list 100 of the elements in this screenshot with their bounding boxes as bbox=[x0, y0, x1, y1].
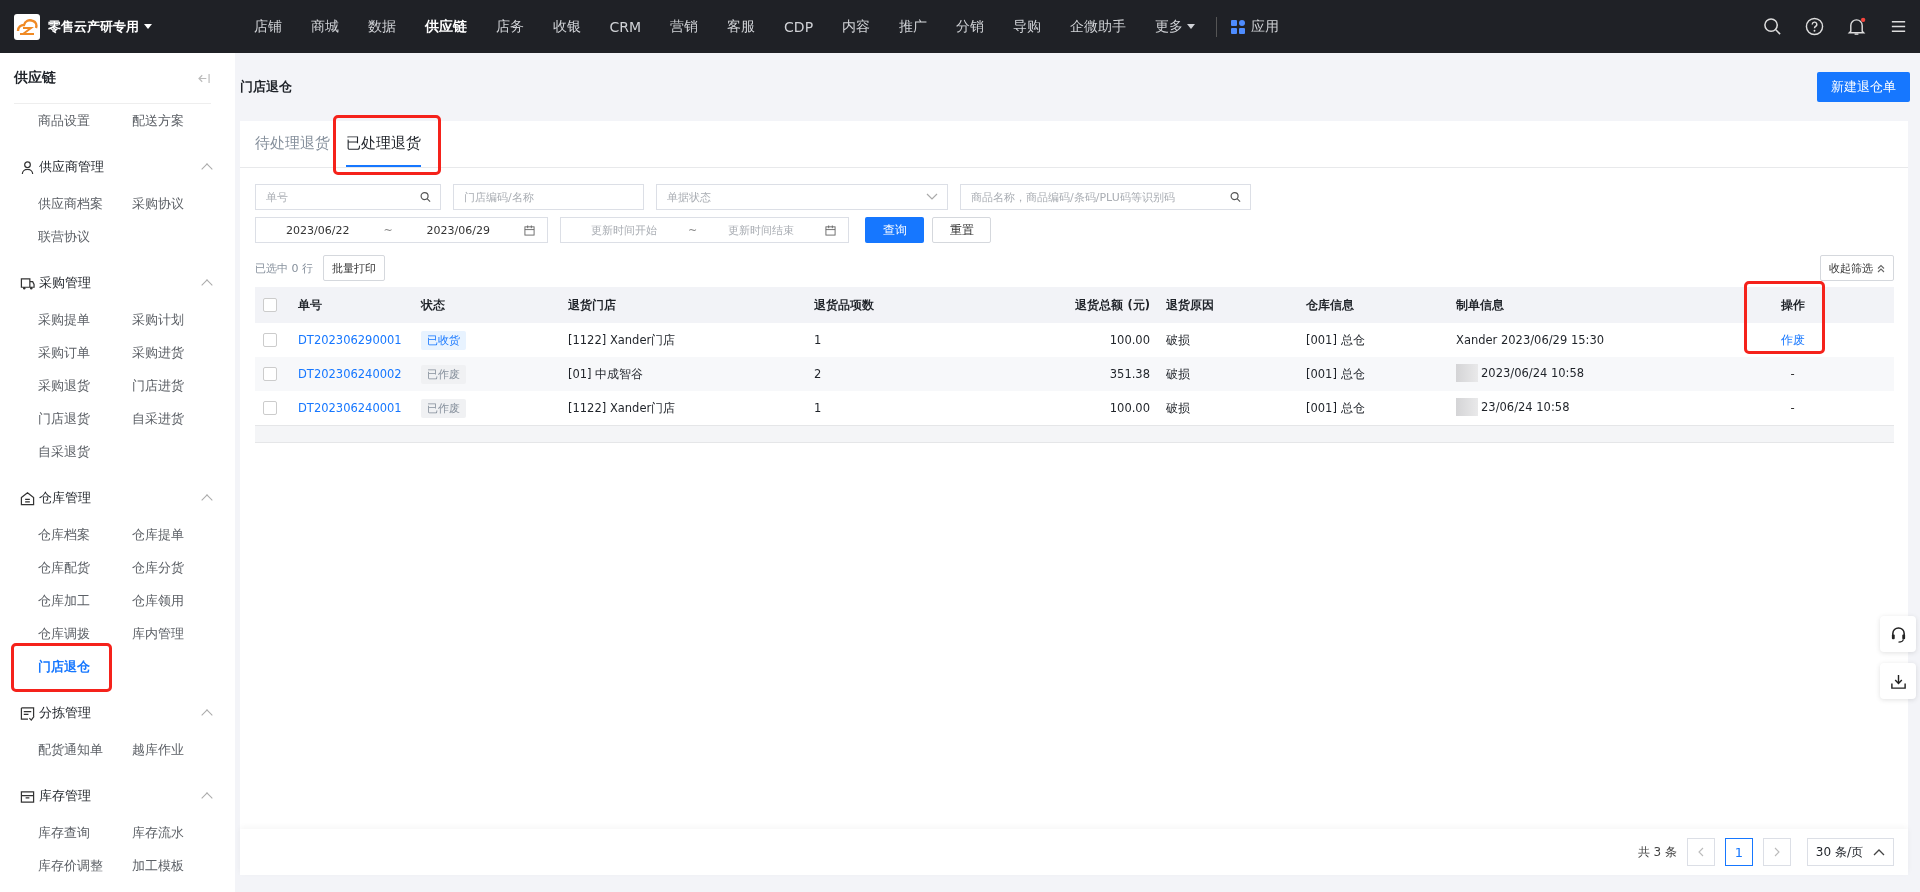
sidebar-group-header[interactable]: 仓库管理 bbox=[0, 478, 235, 518]
row-checkbox[interactable] bbox=[263, 333, 277, 348]
nav-item[interactable]: CRM bbox=[595, 18, 656, 35]
sidebar-item[interactable]: 自采进货 bbox=[132, 402, 184, 435]
nav-item[interactable]: CDP bbox=[769, 18, 828, 35]
column-header: 退货总额 (元) bbox=[1075, 297, 1150, 312]
page-title: 门店退仓 bbox=[240, 78, 292, 96]
reset-button[interactable]: 重置 bbox=[932, 217, 991, 243]
horizontal-scrollbar[interactable] bbox=[255, 425, 1894, 443]
sidebar-item[interactable]: 采购订单 bbox=[38, 336, 90, 369]
row-checkbox[interactable] bbox=[263, 401, 277, 416]
search-icon[interactable] bbox=[420, 191, 431, 203]
sidebar-item[interactable]: 仓库调拨 bbox=[38, 617, 90, 650]
tab[interactable]: 已处理退货 bbox=[346, 121, 421, 167]
sidebar-item[interactable]: 商品设置 bbox=[38, 104, 90, 137]
nav-item[interactable]: 内容 bbox=[827, 17, 885, 36]
void-link[interactable]: 作废 bbox=[1780, 332, 1805, 347]
notification-icon[interactable] bbox=[1847, 17, 1866, 36]
sidebar-item[interactable]: 仓库领用 bbox=[132, 584, 184, 617]
nav-item[interactable]: 商城 bbox=[296, 17, 353, 36]
nav-item[interactable]: 店铺 bbox=[239, 17, 296, 36]
download-button[interactable] bbox=[1880, 663, 1916, 699]
nav-item[interactable]: 收银 bbox=[538, 17, 595, 36]
sidebar-title: 供应链 bbox=[14, 69, 56, 87]
select-all-checkbox[interactable] bbox=[263, 298, 277, 313]
status-tag: 已作废 bbox=[421, 398, 466, 418]
search-icon[interactable] bbox=[1230, 191, 1241, 203]
sidebar-item[interactable]: 自采退货 bbox=[38, 435, 90, 468]
sidebar-item[interactable]: 库存查询 bbox=[38, 816, 90, 849]
order-number-link[interactable]: DT202306240001 bbox=[298, 401, 402, 415]
nav-item[interactable]: 分销 bbox=[941, 17, 999, 36]
box-icon bbox=[20, 788, 35, 804]
date-range-field[interactable]: 2023/06/22 ~ 2023/06/29 bbox=[255, 217, 548, 243]
nav-item[interactable]: 店务 bbox=[481, 17, 538, 36]
sidebar-item[interactable]: 仓库分货 bbox=[132, 551, 184, 584]
sidebar-item[interactable]: 供应商档案 bbox=[38, 187, 103, 220]
sidebar-item[interactable]: 采购进货 bbox=[132, 336, 184, 369]
caret-icon bbox=[144, 24, 152, 29]
sidebar-item[interactable]: 仓库加工 bbox=[38, 584, 90, 617]
sidebar-item[interactable]: 门店进货 bbox=[132, 369, 184, 402]
sidebar-group-header[interactable]: 库存管理 bbox=[0, 776, 235, 816]
table-cell: [1122] Xander门店 bbox=[568, 400, 676, 415]
page-button[interactable]: 1 bbox=[1724, 838, 1753, 866]
update-time-range-field[interactable]: 更新时间开始 ~ 更新时间结束 bbox=[560, 217, 849, 243]
more-menu[interactable]: 更多 bbox=[1140, 17, 1210, 36]
search-icon[interactable] bbox=[1763, 17, 1782, 36]
sidebar-item[interactable]: 门店退仓 bbox=[38, 650, 90, 683]
nav-item[interactable]: 营销 bbox=[655, 17, 713, 36]
sidebar-item[interactable]: 采购协议 bbox=[132, 187, 184, 220]
sidebar-item[interactable]: 库存价调整 bbox=[38, 849, 103, 882]
nav-item[interactable]: 客服 bbox=[712, 17, 770, 36]
status-select[interactable]: 单据状态 bbox=[656, 184, 948, 210]
collapse-filters-button[interactable]: 收起筛选 bbox=[1820, 255, 1894, 281]
sidebar-item[interactable]: 库内管理 bbox=[132, 617, 184, 650]
sidebar-item[interactable]: 配货通知单 bbox=[38, 733, 103, 766]
nav-item[interactable]: 导购 bbox=[998, 17, 1056, 36]
column-header: 退货原因 bbox=[1166, 297, 1214, 312]
creator-info: 23/06/24 10:58 bbox=[1481, 399, 1570, 414]
headset-icon bbox=[1889, 625, 1907, 643]
help-icon[interactable] bbox=[1805, 17, 1824, 36]
sidebar-group-header[interactable]: 采购管理 bbox=[0, 263, 235, 303]
sidebar-item[interactable]: 加工模板 bbox=[132, 849, 184, 882]
column-header: 单号 bbox=[298, 297, 322, 312]
apps-button[interactable]: 应用 bbox=[1230, 17, 1279, 36]
table-cell: 100.00 bbox=[1109, 333, 1150, 347]
chevron-up-icon bbox=[1873, 848, 1885, 856]
sidebar-item[interactable]: 采购计划 bbox=[132, 303, 184, 336]
creator-info: Xander 2023/06/29 15:30 bbox=[1456, 333, 1605, 347]
sidebar-item[interactable]: 采购退货 bbox=[38, 369, 90, 402]
order-number-field[interactable]: 单号 bbox=[255, 184, 441, 210]
sidebar-item[interactable]: 采购提单 bbox=[38, 303, 90, 336]
sidebar-item[interactable]: 仓库提单 bbox=[132, 518, 184, 551]
sidebar-item[interactable]: 联营协议 bbox=[38, 220, 90, 253]
batch-print-button[interactable]: 批量打印 bbox=[323, 255, 385, 281]
sidebar-item[interactable]: 仓库配货 bbox=[38, 551, 90, 584]
sidebar-group-header[interactable]: 分拣管理 bbox=[0, 693, 235, 733]
org-switcher[interactable]: 零售云产研专用 bbox=[48, 17, 152, 36]
sidebar-item[interactable]: 配送方案 bbox=[132, 104, 184, 137]
sidebar-item[interactable]: 门店退货 bbox=[38, 402, 90, 435]
house-icon bbox=[20, 490, 35, 506]
store-field[interactable]: 门店编码/名称 bbox=[453, 184, 644, 210]
product-search-field[interactable]: 商品名称，商品编码/条码/PLU码等识别码 bbox=[960, 184, 1251, 210]
nav-item[interactable]: 数据 bbox=[353, 17, 410, 36]
new-return-button[interactable]: 新建退仓单 bbox=[1817, 72, 1910, 102]
query-button[interactable]: 查询 bbox=[865, 217, 924, 243]
sidebar-group-header[interactable]: 供应商管理 bbox=[0, 147, 235, 187]
table-cell: 100.00 bbox=[1109, 401, 1150, 415]
support-button[interactable] bbox=[1880, 616, 1916, 652]
page-size-select[interactable]: 30 条/页 bbox=[1806, 838, 1894, 866]
row-checkbox[interactable] bbox=[263, 367, 277, 382]
sidebar-item[interactable]: 越库作业 bbox=[132, 733, 184, 766]
status-tag: 已作废 bbox=[421, 364, 466, 384]
table-cell: 破损 bbox=[1166, 366, 1190, 381]
sidebar-item[interactable]: 仓库档案 bbox=[38, 518, 90, 551]
nav-item[interactable]: 推广 bbox=[884, 17, 942, 36]
nav-item[interactable]: 企微助手 bbox=[1055, 17, 1141, 36]
nav-item[interactable]: 供应链 bbox=[410, 17, 481, 36]
order-number-link[interactable]: DT202306290001 bbox=[298, 333, 402, 347]
sidebar-item[interactable]: 库存流水 bbox=[132, 816, 184, 849]
calendar-icon bbox=[524, 224, 535, 236]
